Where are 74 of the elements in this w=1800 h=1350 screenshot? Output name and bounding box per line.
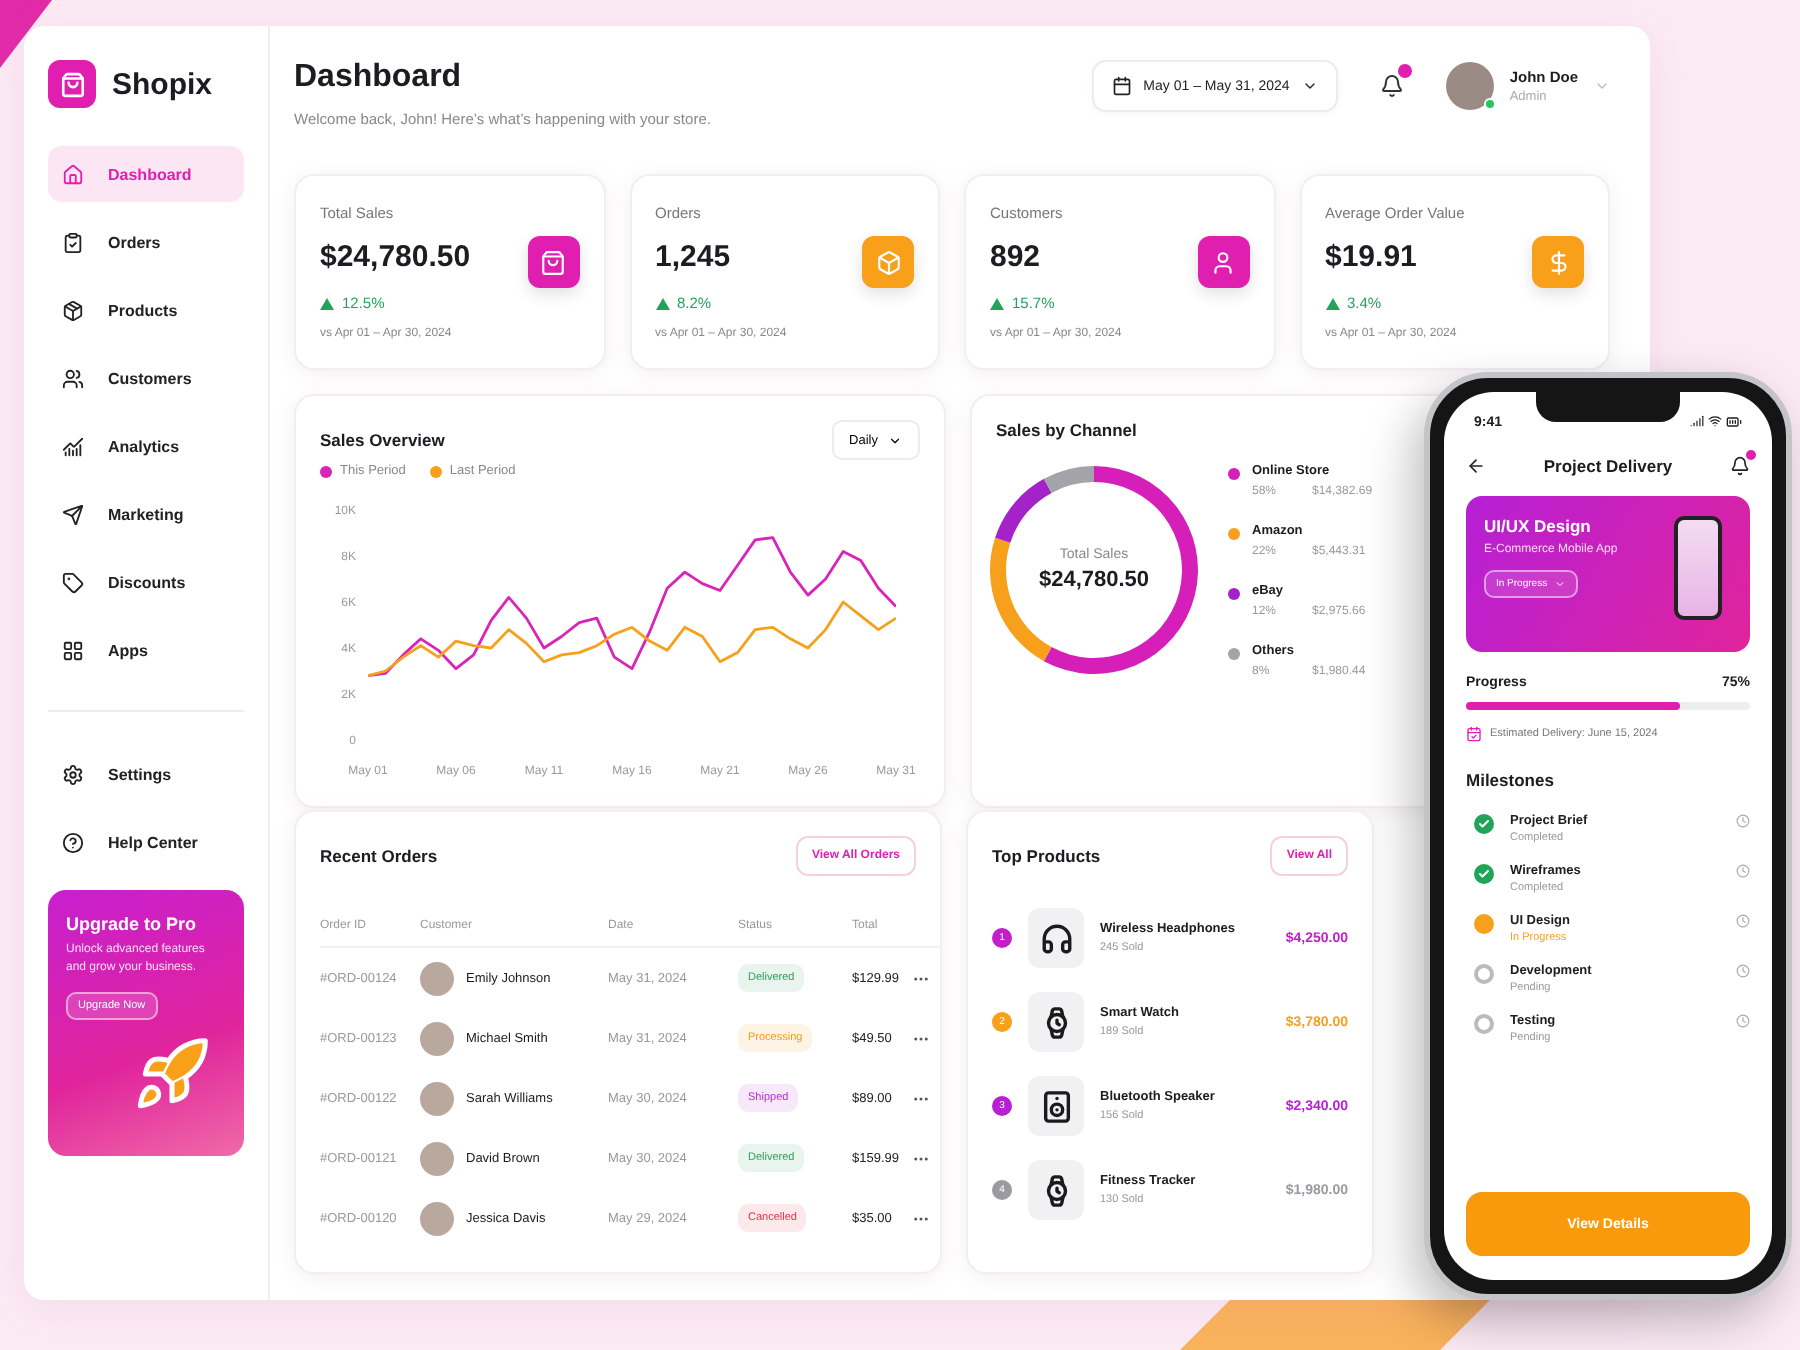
up-triangle-icon xyxy=(655,297,669,309)
upgrade-title: Upgrade to Pro xyxy=(66,914,199,934)
phone-notch xyxy=(1536,392,1680,422)
notification-dot xyxy=(1745,450,1756,460)
card-title: Top Products xyxy=(992,846,1101,866)
calendar-icon xyxy=(1466,726,1482,742)
corner-triangle xyxy=(0,0,52,68)
card-title: Sales by Channel xyxy=(996,420,1137,440)
notifications-button[interactable] xyxy=(1377,70,1406,102)
up-triangle-icon xyxy=(990,297,1004,309)
chevron-down-icon xyxy=(1553,578,1566,590)
chevron-down-icon xyxy=(888,433,902,447)
home-icon xyxy=(62,163,84,185)
project-title: UI/UX Design xyxy=(1484,516,1593,536)
up-triangle-icon xyxy=(1325,297,1339,309)
chevron-down-icon xyxy=(1301,78,1318,94)
nav-item[interactable]: Marketing xyxy=(48,486,244,542)
settings-icon xyxy=(62,763,84,785)
bell-icon xyxy=(1379,74,1404,98)
grid-icon xyxy=(62,639,84,661)
avatar xyxy=(420,1081,454,1115)
tag-icon xyxy=(62,571,84,593)
users-icon xyxy=(62,367,84,389)
card-title: Recent Orders xyxy=(320,846,438,866)
nav-item[interactable]: Help Center xyxy=(48,814,244,870)
online-dot xyxy=(1483,98,1496,110)
rocket-icon xyxy=(132,1034,212,1114)
help-icon xyxy=(62,831,84,853)
nav-item[interactable]: Products xyxy=(48,282,244,338)
speaker-icon xyxy=(1039,1089,1073,1123)
nav-item[interactable]: Settings xyxy=(48,746,244,802)
clock-icon xyxy=(1736,1014,1750,1028)
stat-value: 1,245 xyxy=(655,240,733,274)
bell-icon xyxy=(1729,456,1750,476)
clock-icon xyxy=(1736,814,1750,828)
brand-name: Shopix xyxy=(112,67,213,101)
stat-value: $24,780.50 xyxy=(320,240,471,274)
nav-item[interactable]: Customers xyxy=(48,350,244,406)
screen-title: Project Delivery xyxy=(1543,456,1673,476)
calendar-icon xyxy=(1111,76,1132,96)
chevron-down-icon xyxy=(1594,78,1610,94)
package-icon xyxy=(62,299,84,321)
nav-item[interactable]: Analytics xyxy=(48,418,244,474)
page-title: Dashboard xyxy=(294,60,464,96)
signal-icon xyxy=(1690,414,1704,428)
headphones-icon xyxy=(1039,921,1073,955)
stat-value: 892 xyxy=(990,240,1043,274)
notification-dot xyxy=(1397,64,1412,78)
nav-item[interactable]: Apps xyxy=(48,622,244,678)
card-title: Sales Overview xyxy=(320,430,445,450)
send-icon xyxy=(62,503,84,525)
stat-value: $19.91 xyxy=(1325,240,1419,274)
avatar xyxy=(420,1201,454,1235)
nav-item[interactable]: Orders xyxy=(48,214,244,270)
avatar xyxy=(420,1021,454,1055)
back-button[interactable] xyxy=(1466,456,1486,476)
nav-item[interactable]: Dashboard xyxy=(48,146,244,202)
clock-icon xyxy=(1736,964,1750,978)
battery-icon xyxy=(1726,414,1742,430)
clock-icon xyxy=(1736,914,1750,928)
milestones-title: Milestones xyxy=(1466,770,1556,790)
donut-value: $24,780.50 xyxy=(1038,568,1150,592)
clipboard-icon xyxy=(62,231,84,253)
logo-icon xyxy=(48,60,96,108)
nav-item[interactable]: Discounts xyxy=(48,554,244,610)
avatar xyxy=(420,961,454,995)
avatar xyxy=(420,1141,454,1175)
back-arrow-icon xyxy=(1466,456,1486,476)
clock-icon xyxy=(1736,864,1750,878)
wifi-icon xyxy=(1708,414,1722,428)
mini-phone-drawing xyxy=(1674,516,1722,620)
notifications-button[interactable] xyxy=(1729,456,1750,476)
up-triangle-icon xyxy=(320,297,334,309)
chart-icon xyxy=(62,435,84,457)
